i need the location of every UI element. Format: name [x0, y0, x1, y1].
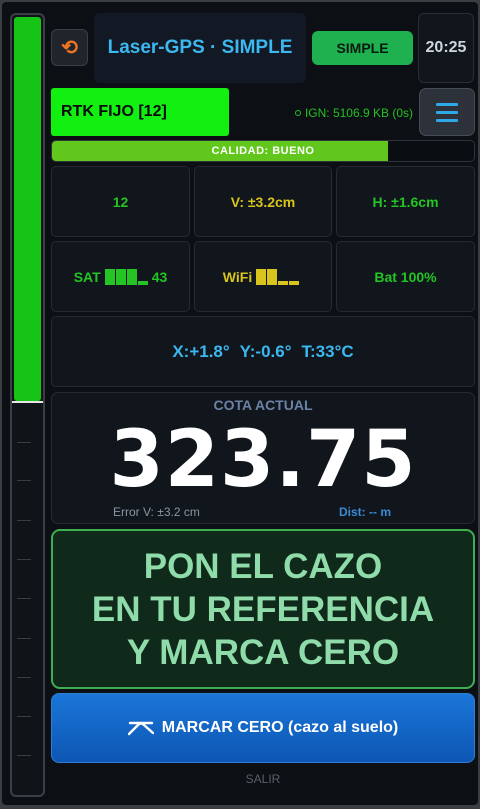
- horiz-precision-cell: H: ±1.6cm: [336, 166, 475, 237]
- instruction-line: PON EL CAZO: [143, 546, 383, 586]
- elevation-label: COTA ACTUAL: [213, 397, 313, 413]
- ign-dot-icon: [294, 110, 301, 116]
- level-bar-fill: [14, 17, 41, 401]
- tilt-panel: X:+1.8° Y:-0.6° T:33°C: [51, 316, 475, 387]
- sat-value: 43: [151, 268, 168, 285]
- level-bar-marker: [12, 401, 43, 403]
- clock: 20:25: [418, 13, 474, 83]
- tilt-y: Y:-0.6°: [239, 341, 292, 361]
- sat-signal-cell: SAT 43: [51, 241, 190, 312]
- vert-precision: V: ±3.2cm: [230, 193, 296, 210]
- level-tick: [17, 638, 31, 639]
- battery-status: Bat 100%: [374, 268, 437, 285]
- level-bar: [10, 13, 45, 797]
- hamburger-icon: [436, 102, 458, 106]
- wifi-cell: WiFi: [194, 241, 332, 312]
- tilt-x: X:+1.8°: [172, 341, 230, 361]
- level-tick: [17, 520, 31, 521]
- excavator-bucket-icon: [127, 721, 154, 736]
- instruction-line: Y MARCA CERO: [126, 632, 400, 672]
- level-tick: [17, 480, 31, 481]
- quality-label: CALIDAD: BUENO: [211, 145, 315, 157]
- level-tick: [17, 442, 31, 443]
- wifi-bars-icon: [256, 268, 300, 285]
- menu-button[interactable]: [419, 88, 475, 136]
- sats-cell: 12: [51, 166, 190, 237]
- quality-bar: CALIDAD: BUENO: [51, 140, 475, 162]
- sat-label: SAT: [73, 268, 101, 285]
- app-title-bar: Laser-GPS · SIMPLE: [94, 13, 306, 83]
- level-tick: [17, 559, 31, 560]
- level-tick: [17, 677, 31, 678]
- temperature: T:33°C: [301, 341, 354, 361]
- sats-value: 12: [112, 193, 129, 210]
- vertical-error: Error V: ±3.2 cm: [113, 505, 200, 519]
- instruction-panel: PON EL CAZO EN TU REFERENCIA Y MARCA CER…: [51, 529, 475, 689]
- instruction-line: EN TU REFERENCIA: [91, 589, 435, 629]
- level-tick: [17, 755, 31, 756]
- ign-status: IGN: 5106.9 KB (0s): [235, 100, 413, 126]
- mode-button[interactable]: SIMPLE: [312, 31, 413, 65]
- app-title: Laser-GPS · SIMPLE: [107, 37, 293, 58]
- level-tick: [17, 716, 31, 717]
- refresh-icon: ⟲: [61, 37, 78, 59]
- rtk-status: RTK FIJO [12]: [51, 88, 229, 136]
- satellite-bars-icon: [104, 268, 148, 285]
- distance: Dist: -- m: [339, 505, 391, 519]
- exit-link[interactable]: SALIR: [51, 772, 475, 792]
- horiz-precision: H: ±1.6cm: [372, 193, 439, 210]
- battery-cell: Bat 100%: [336, 241, 475, 312]
- elevation-panel: COTA ACTUAL 323.75 Error V: ±3.2 cm Dist…: [51, 392, 475, 524]
- mark-zero-label: MARCAR CERO (cazo al suelo): [161, 719, 399, 736]
- vert-precision-cell: V: ±3.2cm: [194, 166, 332, 237]
- level-tick: [17, 598, 31, 599]
- refresh-button[interactable]: ⟲: [51, 29, 88, 66]
- mark-zero-button[interactable]: MARCAR CERO (cazo al suelo): [51, 693, 475, 763]
- wifi-label: WiFi: [222, 268, 253, 285]
- ign-text: IGN: 5106.9 KB (0s): [304, 106, 413, 120]
- elevation-value: 323.75: [109, 415, 417, 505]
